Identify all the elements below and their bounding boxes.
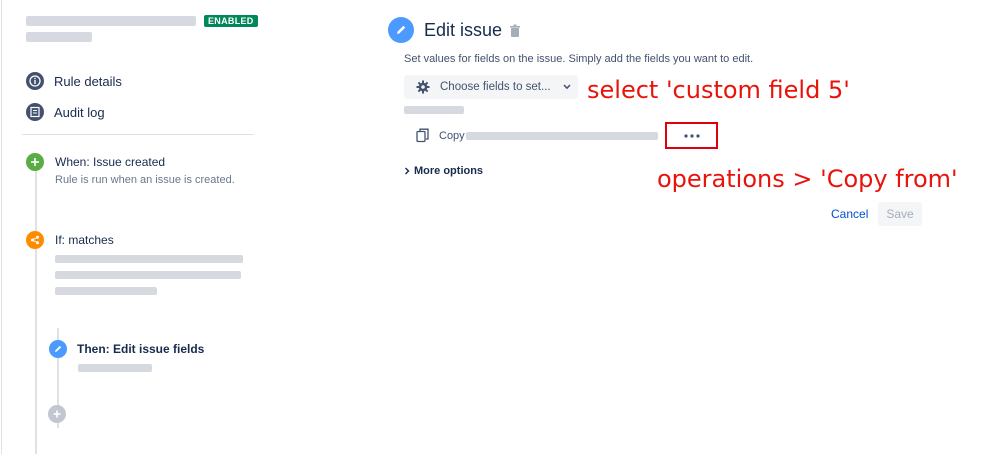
annotation-operations: operations > 'Copy from' (657, 165, 958, 193)
step-trigger[interactable]: When: Issue created Rule is run when an … (26, 153, 235, 186)
copy-field-row[interactable]: Copy (416, 128, 465, 143)
list-icon (26, 103, 44, 121)
copy-icon (416, 128, 429, 143)
step-subtitle: Rule is run when an issue is created. (55, 174, 235, 186)
step-condition[interactable]: If: matches (26, 231, 114, 249)
step-title: Then: Edit issue fields (77, 342, 205, 356)
condition-blurred-2 (55, 271, 241, 279)
copy-label: Copy (439, 129, 465, 142)
sidebar-item-rule-details[interactable]: Rule details (26, 72, 122, 90)
more-options-label: More options (414, 165, 484, 177)
chevron-right-icon (404, 167, 410, 175)
sidebar-item-label: Audit log (54, 104, 105, 120)
cancel-button[interactable]: Cancel (831, 207, 868, 221)
sidebar-item-label: Rule details (54, 73, 122, 89)
add-step-icon[interactable] (48, 405, 66, 423)
condition-blurred-1 (55, 255, 243, 263)
more-options-toggle[interactable]: More options (404, 165, 483, 177)
chevron-down-icon (563, 84, 571, 90)
trash-icon[interactable] (509, 24, 521, 43)
step-title: When: Issue created (55, 155, 166, 169)
rule-name-blurred (26, 16, 196, 26)
choose-fields-dropdown[interactable]: Choose fields to set... (404, 75, 578, 99)
edit-pencil-icon (388, 17, 414, 43)
sidebar-divider (22, 134, 254, 135)
gear-icon (416, 80, 430, 94)
step-action[interactable]: Then: Edit issue fields (49, 340, 204, 358)
field-name-blurred (404, 106, 464, 114)
plus-icon (26, 153, 44, 171)
step-title: If: matches (55, 233, 114, 247)
annotation-select: select 'custom field 5' (587, 76, 850, 104)
share-icon (26, 231, 44, 249)
operations-menu-button[interactable] (665, 122, 718, 149)
more-dots-icon (683, 133, 700, 138)
condition-blurred-3 (55, 287, 157, 295)
pencil-icon (49, 340, 67, 358)
info-icon (26, 72, 44, 90)
timeline-line (35, 170, 37, 454)
choose-fields-label: Choose fields to set... (440, 81, 551, 93)
action-blurred (78, 364, 152, 372)
save-button[interactable]: Save (878, 202, 922, 226)
page-title: Edit issue (424, 20, 503, 40)
rule-name-blurred-2 (26, 32, 92, 42)
sidebar-item-audit-log[interactable]: Audit log (26, 103, 105, 121)
description: Set values for fields on the issue. Simp… (404, 53, 754, 65)
copy-source-blurred (466, 132, 658, 140)
status-badge: ENABLED (204, 15, 258, 27)
left-border (1, 0, 2, 454)
